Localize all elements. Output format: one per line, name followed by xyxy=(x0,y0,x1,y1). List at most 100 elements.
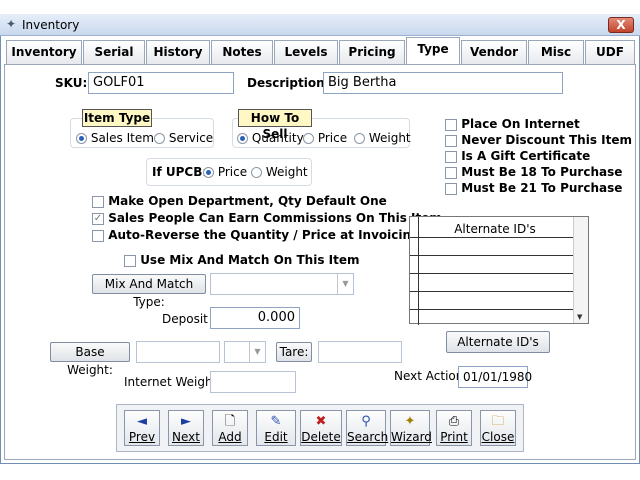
tab-type[interactable]: Type xyxy=(406,37,460,65)
item-type-title: Item Type xyxy=(82,109,152,127)
alternate-ids-grid[interactable]: Alternate ID's ▼ xyxy=(409,216,589,325)
radio-icon xyxy=(303,133,314,144)
grid-row xyxy=(410,273,573,274)
checkbox-label: Sales People Can Earn Commissions On Thi… xyxy=(108,211,442,225)
grid-row xyxy=(410,309,573,310)
delete-icon: ✖ xyxy=(315,414,327,429)
radio-icon xyxy=(237,133,248,144)
checkbox-checked-icon: ✓ xyxy=(92,212,104,225)
add-button[interactable]: 🗋 Add xyxy=(212,410,248,446)
next-button[interactable]: ► Next xyxy=(168,410,204,446)
option-label: Price xyxy=(217,165,248,179)
chevron-down-icon: ▼ xyxy=(249,342,265,362)
how-to-sell-price[interactable]: Price xyxy=(303,131,347,145)
base-weight-field[interactable] xyxy=(136,341,220,363)
grid-row xyxy=(410,237,573,238)
place-on-internet-checkbox[interactable]: Place On Internet xyxy=(445,117,580,131)
auto-reverse-checkbox[interactable]: Auto-Reverse the Quantity / Price at Inv… xyxy=(92,228,420,242)
open-department-checkbox[interactable]: Make Open Department, Qty Default One xyxy=(92,194,387,208)
commissions-checkbox[interactable]: ✓ Sales People Can Earn Commissions On T… xyxy=(92,211,442,225)
sku-field[interactable]: GOLF01 xyxy=(88,72,234,94)
tab-inventory[interactable]: Inventory xyxy=(6,40,82,64)
how-to-sell-quantity[interactable]: Quantity xyxy=(237,131,304,145)
how-to-sell-title: How To Sell xyxy=(238,109,312,141)
search-button[interactable]: ⚲ Search xyxy=(346,410,389,446)
button-label: Prev xyxy=(128,430,156,444)
button-label: Close xyxy=(481,430,515,444)
deposit-label: Deposit xyxy=(162,312,208,326)
tare-button[interactable]: Tare: xyxy=(276,342,312,362)
checkbox-icon xyxy=(92,229,104,242)
close-button[interactable]: 🗀 Close xyxy=(480,410,516,446)
sku-label: SKU: xyxy=(55,76,88,90)
must-be-21-checkbox[interactable]: Must Be 21 To Purchase xyxy=(445,181,622,195)
upcb-price[interactable]: Price xyxy=(203,165,247,179)
close-window-button[interactable]: X xyxy=(608,17,634,33)
checkbox-icon xyxy=(124,254,136,267)
internet-weight-field[interactable] xyxy=(210,371,296,393)
item-type-sales-item[interactable]: Sales Item xyxy=(76,131,154,145)
edit-button[interactable]: ✎ Edit xyxy=(256,410,296,446)
checkbox-icon xyxy=(445,118,457,131)
delete-button[interactable]: ✖ Delete xyxy=(300,410,342,446)
checkbox-label: Auto-Reverse the Quantity / Price at Inv… xyxy=(108,228,420,242)
tab-vendor[interactable]: Vendor xyxy=(461,40,527,64)
gift-certificate-checkbox[interactable]: Is A Gift Certificate xyxy=(445,149,590,163)
checkbox-icon xyxy=(92,195,104,208)
tab-serial[interactable]: Serial xyxy=(83,40,145,64)
option-label: Sales Item xyxy=(90,131,154,145)
app-icon: ✦ xyxy=(6,17,17,31)
checkbox-icon xyxy=(445,166,457,179)
tab-notes[interactable]: Notes xyxy=(211,40,273,64)
use-mix-match-checkbox[interactable]: Use Mix And Match On This Item xyxy=(124,253,360,267)
wizard-button[interactable]: ✦ Wizard xyxy=(390,410,432,446)
tab-levels[interactable]: Levels xyxy=(274,40,338,64)
next-action-field[interactable]: 01/01/1980 xyxy=(458,366,532,388)
option-label: Service xyxy=(168,131,214,145)
tab-misc[interactable]: Misc xyxy=(528,40,584,64)
button-label: Add xyxy=(218,430,242,444)
checkbox-label: Place On Internet xyxy=(461,117,580,131)
grid-scrollbar[interactable]: ▼ xyxy=(573,217,588,323)
mix-match-type-combo[interactable]: ▼ xyxy=(210,273,354,295)
binoculars-icon: ⚲ xyxy=(361,414,371,429)
tab-udf[interactable]: UDF xyxy=(585,40,635,64)
scroll-down-icon[interactable]: ▼ xyxy=(577,313,582,321)
upcb-label: If UPCB: xyxy=(152,165,208,179)
must-be-18-checkbox[interactable]: Must Be 18 To Purchase xyxy=(445,165,622,179)
grid-indicator-column xyxy=(418,217,419,325)
chevron-down-icon: ▼ xyxy=(337,274,353,294)
checkbox-label: Must Be 18 To Purchase xyxy=(461,165,623,179)
description-label: Description: xyxy=(247,76,330,90)
description-field[interactable]: Big Bertha xyxy=(323,72,563,94)
folder-icon: 🗀 xyxy=(491,414,505,429)
mix-match-type-button[interactable]: Mix And Match Type: xyxy=(92,274,206,309)
alternate-ids-header: Alternate ID's xyxy=(454,222,536,236)
tab-pricing[interactable]: Pricing xyxy=(339,40,405,64)
base-weight-button[interactable]: Base Weight: xyxy=(50,342,130,377)
tab-history[interactable]: History xyxy=(146,40,210,64)
item-type-service[interactable]: Service xyxy=(154,131,213,145)
how-to-sell-weight[interactable]: Weight xyxy=(354,131,411,145)
print-button[interactable]: ⎙ Print xyxy=(436,410,472,446)
checkbox-label: Never Discount This Item xyxy=(461,133,633,147)
button-label: Edit xyxy=(264,430,288,444)
weight-unit-combo[interactable]: ▼ xyxy=(224,341,266,363)
checkbox-label: Is A Gift Certificate xyxy=(461,149,591,163)
alternate-ids-button[interactable]: Alternate ID's xyxy=(446,331,550,353)
never-discount-checkbox[interactable]: Never Discount This Item xyxy=(445,133,632,147)
checkbox-icon xyxy=(445,182,457,195)
grid-row xyxy=(410,291,573,292)
arrow-left-icon: ◄ xyxy=(137,414,147,429)
title-bar xyxy=(0,14,640,36)
prev-button[interactable]: ◄ Prev xyxy=(124,410,160,446)
printer-icon: ⎙ xyxy=(448,414,460,429)
button-label: Search xyxy=(347,430,389,444)
deposit-field[interactable]: 0.000 xyxy=(210,307,300,329)
tare-field[interactable] xyxy=(318,341,402,363)
upcb-weight[interactable]: Weight xyxy=(251,165,308,179)
button-label: Delete xyxy=(301,430,341,444)
option-label: Price xyxy=(317,131,348,145)
next-action-label: Next Action: xyxy=(394,369,468,383)
option-label: Quantity xyxy=(251,131,304,145)
